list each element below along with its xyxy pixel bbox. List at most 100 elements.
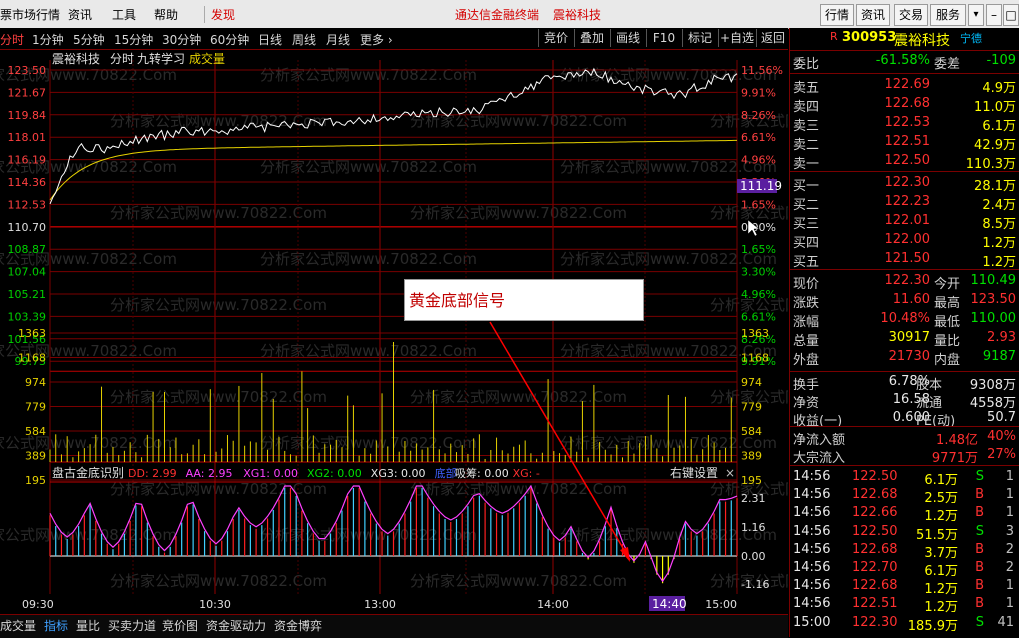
stat-value: 11.60 (892, 292, 930, 307)
stat-label: 量比 (934, 334, 961, 349)
menu-help[interactable]: 帮助 (154, 6, 178, 23)
stat-label: 涨跌 (793, 296, 820, 311)
bottom-tabs: 成交量 指标 量比 买卖力道 竞价图 资金驱动力 资金博弈 (0, 614, 788, 638)
period-30m[interactable]: 30分钟 (162, 31, 201, 48)
fundamental-row: 净资 16.58 流通 4558万 (790, 392, 1019, 411)
button-info[interactable]: 资讯 (856, 4, 890, 26)
wei-bi-row: 委比 -61.58% 委差 -109 (790, 53, 1019, 72)
f10-button[interactable]: F10 (646, 29, 681, 47)
tick-time: 14:56 (793, 578, 831, 594)
stat-value: 9187 (982, 349, 1016, 364)
tab-volume[interactable]: 成交量 (0, 617, 36, 634)
menu-tools[interactable]: 工具 (112, 6, 136, 23)
period-week[interactable]: 周线 (292, 31, 316, 48)
tab-buy-sell-force[interactable]: 买卖力道 (108, 617, 156, 634)
tick-time: 14:56 (793, 541, 831, 557)
watermark-text: 分析家公式网www.70822.Com (260, 158, 477, 176)
time-tick-label: 15:00 (705, 598, 737, 611)
period-more[interactable]: 更多 › (360, 31, 393, 48)
order-volume: 6.1万 (982, 119, 1016, 134)
period-intraday[interactable]: 分时 (0, 31, 24, 48)
tick-row: 14:56 122.50 51.5万 S 3 (790, 523, 1019, 543)
tick-volume: 1.2万 (924, 600, 958, 616)
tick-row: 14:56 122.66 1.2万 B 1 (790, 505, 1019, 524)
volume-tick-label: 389 (741, 450, 762, 463)
watermark-text: 分析家公式网www.70822.Com (410, 204, 627, 222)
stat-row: 涨跌 11.60 最高 123.50 (790, 292, 1019, 311)
period-month[interactable]: 月线 (326, 31, 350, 48)
overlay-button[interactable]: 叠加 (574, 29, 609, 47)
volume-tick-label: 389 (25, 450, 46, 463)
tab-fund-driver[interactable]: 资金驱动力 (206, 617, 266, 634)
percent-tick-label: 1.65% (741, 198, 776, 211)
indicator-tick-label: 1.16 (741, 521, 766, 534)
period-toolbar: 分时 1分钟 5分钟 15分钟 30分钟 60分钟 日线 周线 月线 更多 › … (0, 28, 788, 50)
volume-tick-label: 1168 (18, 352, 46, 365)
period-day[interactable]: 日线 (258, 31, 282, 48)
period-15m[interactable]: 15分钟 (114, 31, 153, 48)
button-trade[interactable]: 交易 (894, 4, 928, 26)
price-tick-label: 112.53 (8, 198, 47, 211)
period-1m[interactable]: 1分钟 (32, 31, 64, 48)
stat-value: 10.48% (880, 311, 930, 326)
indicator-title: 盘古金底识别 (52, 465, 124, 480)
stat-row: 现价 122.30 今开 110.49 (790, 273, 1019, 292)
button-service[interactable]: 服务 (930, 4, 966, 26)
intraday-chart[interactable]: 分析家公式网www.70822.Com 分析家公式网www.70822.Com 分析… (0, 50, 788, 615)
button-quotes[interactable]: 行情 (820, 4, 854, 26)
current-price-tag: 111.19 (740, 179, 782, 193)
menu-discover[interactable]: 发现 (204, 6, 235, 23)
watermark-text: 分析家公式网www.70822.Com (410, 572, 627, 590)
tick-time: 14:56 (793, 505, 831, 521)
stat-value: 123.50 (970, 292, 1017, 307)
sell-order-row: 卖四 122.68 11.0万 (790, 96, 1019, 115)
tick-price: 122.70 (852, 560, 898, 575)
minimize-icon[interactable]: – (986, 4, 1002, 26)
order-price: 122.01 (884, 213, 931, 228)
stock-title: 震裕科技 (553, 8, 602, 22)
watermark-text: 分析家公式网www.70822.Com (260, 434, 477, 452)
stat-row: 外盘 21730 内盘 9187 (790, 349, 1019, 368)
indicator-settings[interactable]: 右键设置 (670, 465, 718, 480)
tick-side: B (975, 541, 984, 557)
menu-news[interactable]: 资讯 (68, 6, 92, 23)
price-tick-label: 116.19 (8, 154, 47, 167)
tab-indicator[interactable]: 指标 (44, 617, 68, 634)
tab-fund-game[interactable]: 资金博弈 (274, 617, 322, 634)
indicator-value: XG: - (513, 467, 540, 480)
tick-side: B (975, 560, 984, 575)
stat-value: 2.93 (987, 330, 1016, 345)
tick-time: 14:56 (793, 469, 831, 484)
tick-price: 122.51 (852, 596, 898, 612)
tick-volume: 1.2万 (924, 582, 958, 598)
tick-side: B (975, 596, 984, 612)
menu-market[interactable]: 票市场行情 (0, 6, 60, 23)
back-button[interactable]: 返回 (756, 29, 789, 47)
chart-volume-label: 成交量 (189, 51, 225, 66)
period-5m[interactable]: 5分钟 (73, 31, 105, 48)
watermark-text: 分析家公式网www.70822.Com (260, 66, 477, 84)
tick-price: 122.68 (852, 487, 898, 503)
bidding-button[interactable]: 竞价 (538, 29, 573, 47)
stat-value: 30917 (888, 330, 930, 345)
window-menu-icon[interactable]: ▾ (968, 4, 984, 26)
price-tick-label: 105.21 (8, 288, 47, 301)
tick-row: 14:56 122.68 2.5万 B 1 (790, 487, 1019, 506)
close-icon[interactable]: × (725, 466, 735, 480)
tick-row: 14:56 122.51 1.2万 B 1 (790, 596, 1019, 616)
tick-row: 14:56 122.68 3.7万 B 2 (790, 541, 1019, 561)
tick-price: 122.50 (852, 523, 898, 539)
chart-grid (49, 60, 738, 594)
buy-order-row: 买一 122.30 28.1万 (790, 175, 1019, 194)
add-watchlist-button[interactable]: +自选 (718, 29, 755, 47)
period-60m[interactable]: 60分钟 (210, 31, 249, 48)
tab-bidding-chart[interactable]: 竞价图 (162, 617, 198, 634)
indicator-value: 底部 (435, 466, 457, 480)
draw-line-button[interactable]: 画线 (610, 29, 645, 47)
order-volume: 42.9万 (974, 138, 1016, 153)
fund-flow-value: 9771万 (931, 451, 978, 466)
maximize-icon[interactable]: □ (1003, 4, 1019, 26)
mark-button[interactable]: 标记 (682, 29, 717, 47)
callout-arrow-head (620, 547, 630, 562)
tab-volume-ratio[interactable]: 量比 (76, 617, 100, 634)
